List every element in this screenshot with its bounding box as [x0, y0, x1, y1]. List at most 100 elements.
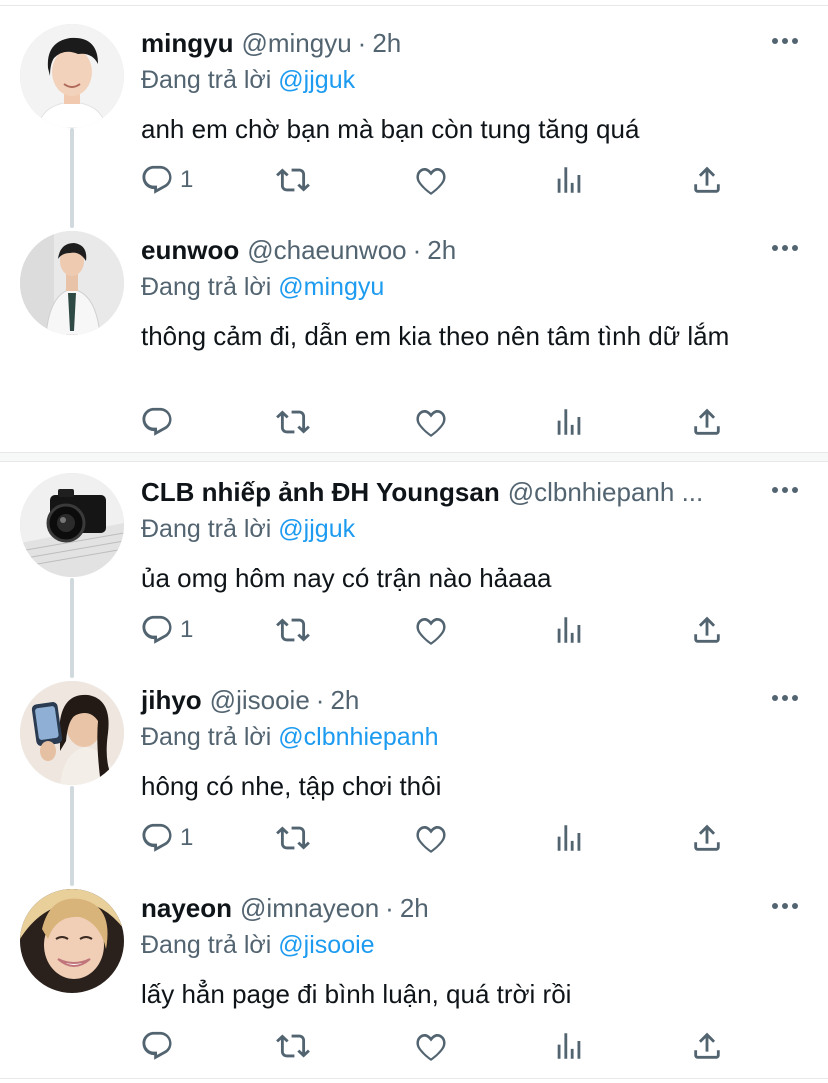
like-button[interactable] [414, 1028, 448, 1064]
action-bar: 1 [140, 612, 740, 648]
retweet-icon [276, 168, 310, 192]
thread-separator [0, 452, 828, 462]
replying-to: Đang trả lời @clbnhiepanh [141, 723, 439, 752]
reply-button[interactable] [140, 404, 180, 440]
reply-count: 1 [180, 166, 194, 193]
mention-link[interactable]: @jisooie [278, 931, 374, 959]
heart-icon [416, 825, 446, 853]
action-bar: 1 [140, 820, 740, 856]
share-button[interactable] [690, 404, 724, 440]
mention-link[interactable]: @jjguk [278, 66, 355, 94]
replying-to: Đang trả lời @jjguk [141, 66, 355, 95]
reply-button[interactable]: 1 [140, 820, 193, 856]
replying-label: Đang trả lời [141, 273, 272, 301]
action-bar [140, 404, 740, 440]
tweet-text: lấy hẳn page đi bình luận, quá trời rồi [141, 979, 572, 1009]
thread-connector [70, 128, 74, 228]
thread-connector [70, 578, 74, 678]
share-icon [694, 408, 720, 435]
share-button[interactable] [690, 1028, 724, 1064]
timestamp[interactable]: 2h [427, 235, 456, 266]
retweet-button[interactable] [276, 1028, 310, 1064]
retweet-button[interactable] [276, 404, 310, 440]
like-button[interactable] [414, 404, 448, 440]
share-button[interactable] [690, 612, 724, 648]
display-name[interactable]: jihyo [141, 685, 202, 716]
avatar[interactable] [20, 681, 124, 785]
mention-link[interactable]: @clbnhiepanh [278, 723, 438, 751]
stats-button[interactable] [552, 162, 586, 198]
avatar[interactable] [20, 889, 124, 993]
heart-icon [416, 617, 446, 645]
stats-icon [557, 617, 581, 643]
user-handle[interactable]: @jisooie [210, 685, 310, 716]
replying-label: Đang trả lời [141, 515, 272, 543]
display-name[interactable]: CLB nhiếp ảnh ĐH Youngsan [141, 477, 500, 508]
stats-button[interactable] [552, 820, 586, 856]
stats-icon [557, 825, 581, 851]
mention-link[interactable]: @jjguk [278, 515, 355, 543]
reply-button[interactable]: 1 [140, 612, 193, 648]
separator-dot: · [315, 685, 325, 715]
like-button[interactable] [414, 612, 448, 648]
more-icon[interactable] [772, 695, 798, 703]
action-bar: 1 [140, 162, 740, 198]
more-icon[interactable] [772, 487, 798, 495]
more-icon[interactable] [772, 245, 798, 253]
tweet-text: thông cảm đi, dẫn em kia theo nên tâm tì… [141, 321, 730, 351]
stats-icon [557, 1033, 581, 1059]
display-name[interactable]: mingyu [141, 28, 233, 59]
retweet-icon [276, 618, 310, 642]
retweet-icon [276, 410, 310, 434]
retweet-icon [276, 1034, 310, 1058]
share-icon [694, 824, 720, 851]
avatar[interactable] [20, 231, 124, 335]
replying-label: Đang trả lời [141, 931, 272, 959]
heart-icon [416, 1033, 446, 1061]
retweet-icon [276, 826, 310, 850]
reply-icon [142, 165, 172, 194]
replying-label: Đang trả lời [141, 723, 272, 751]
avatar[interactable] [20, 473, 124, 577]
reply-button[interactable] [140, 1028, 180, 1064]
replying-to: Đang trả lời @jisooie [141, 931, 375, 960]
tweet-text: anh em chờ bạn mà bạn còn tung tăng quá [141, 114, 640, 144]
retweet-button[interactable] [276, 612, 310, 648]
replying-label: Đang trả lời [141, 66, 272, 94]
stats-button[interactable] [552, 404, 586, 440]
bottom-divider [0, 1078, 828, 1079]
retweet-button[interactable] [276, 162, 310, 198]
reply-count: 1 [180, 616, 194, 643]
timestamp[interactable]: 2h [400, 893, 429, 924]
avatar[interactable] [20, 24, 124, 128]
top-divider [0, 0, 828, 6]
separator-dot: · [385, 893, 394, 923]
separator-dot: · [412, 235, 422, 265]
stats-button[interactable] [552, 1028, 586, 1064]
user-handle[interactable]: @clbnhiepanh ... [508, 477, 704, 508]
share-button[interactable] [690, 162, 724, 198]
reply-icon [142, 407, 172, 436]
reply-button[interactable]: 1 [140, 162, 193, 198]
user-handle[interactable]: @imnayeon [240, 893, 379, 924]
display-name[interactable]: nayeon [141, 893, 232, 924]
mention-link[interactable]: @mingyu [278, 273, 384, 301]
user-handle[interactable]: @mingyu [241, 28, 351, 59]
reply-count: 1 [180, 824, 194, 851]
heart-icon [416, 167, 446, 195]
share-button[interactable] [690, 820, 724, 856]
user-handle[interactable]: @chaeunwoo [247, 235, 406, 266]
more-icon[interactable] [772, 38, 798, 46]
like-button[interactable] [414, 162, 448, 198]
stats-button[interactable] [552, 612, 586, 648]
like-button[interactable] [414, 820, 448, 856]
replying-to: Đang trả lời @jjguk [141, 515, 355, 544]
timestamp[interactable]: 2h [330, 685, 359, 716]
more-icon[interactable] [772, 903, 798, 911]
reply-icon [142, 615, 172, 644]
stats-icon [557, 167, 581, 193]
timestamp[interactable]: 2h [372, 28, 401, 59]
retweet-button[interactable] [276, 820, 310, 856]
reply-icon [142, 1031, 172, 1060]
display-name[interactable]: eunwoo [141, 235, 239, 266]
